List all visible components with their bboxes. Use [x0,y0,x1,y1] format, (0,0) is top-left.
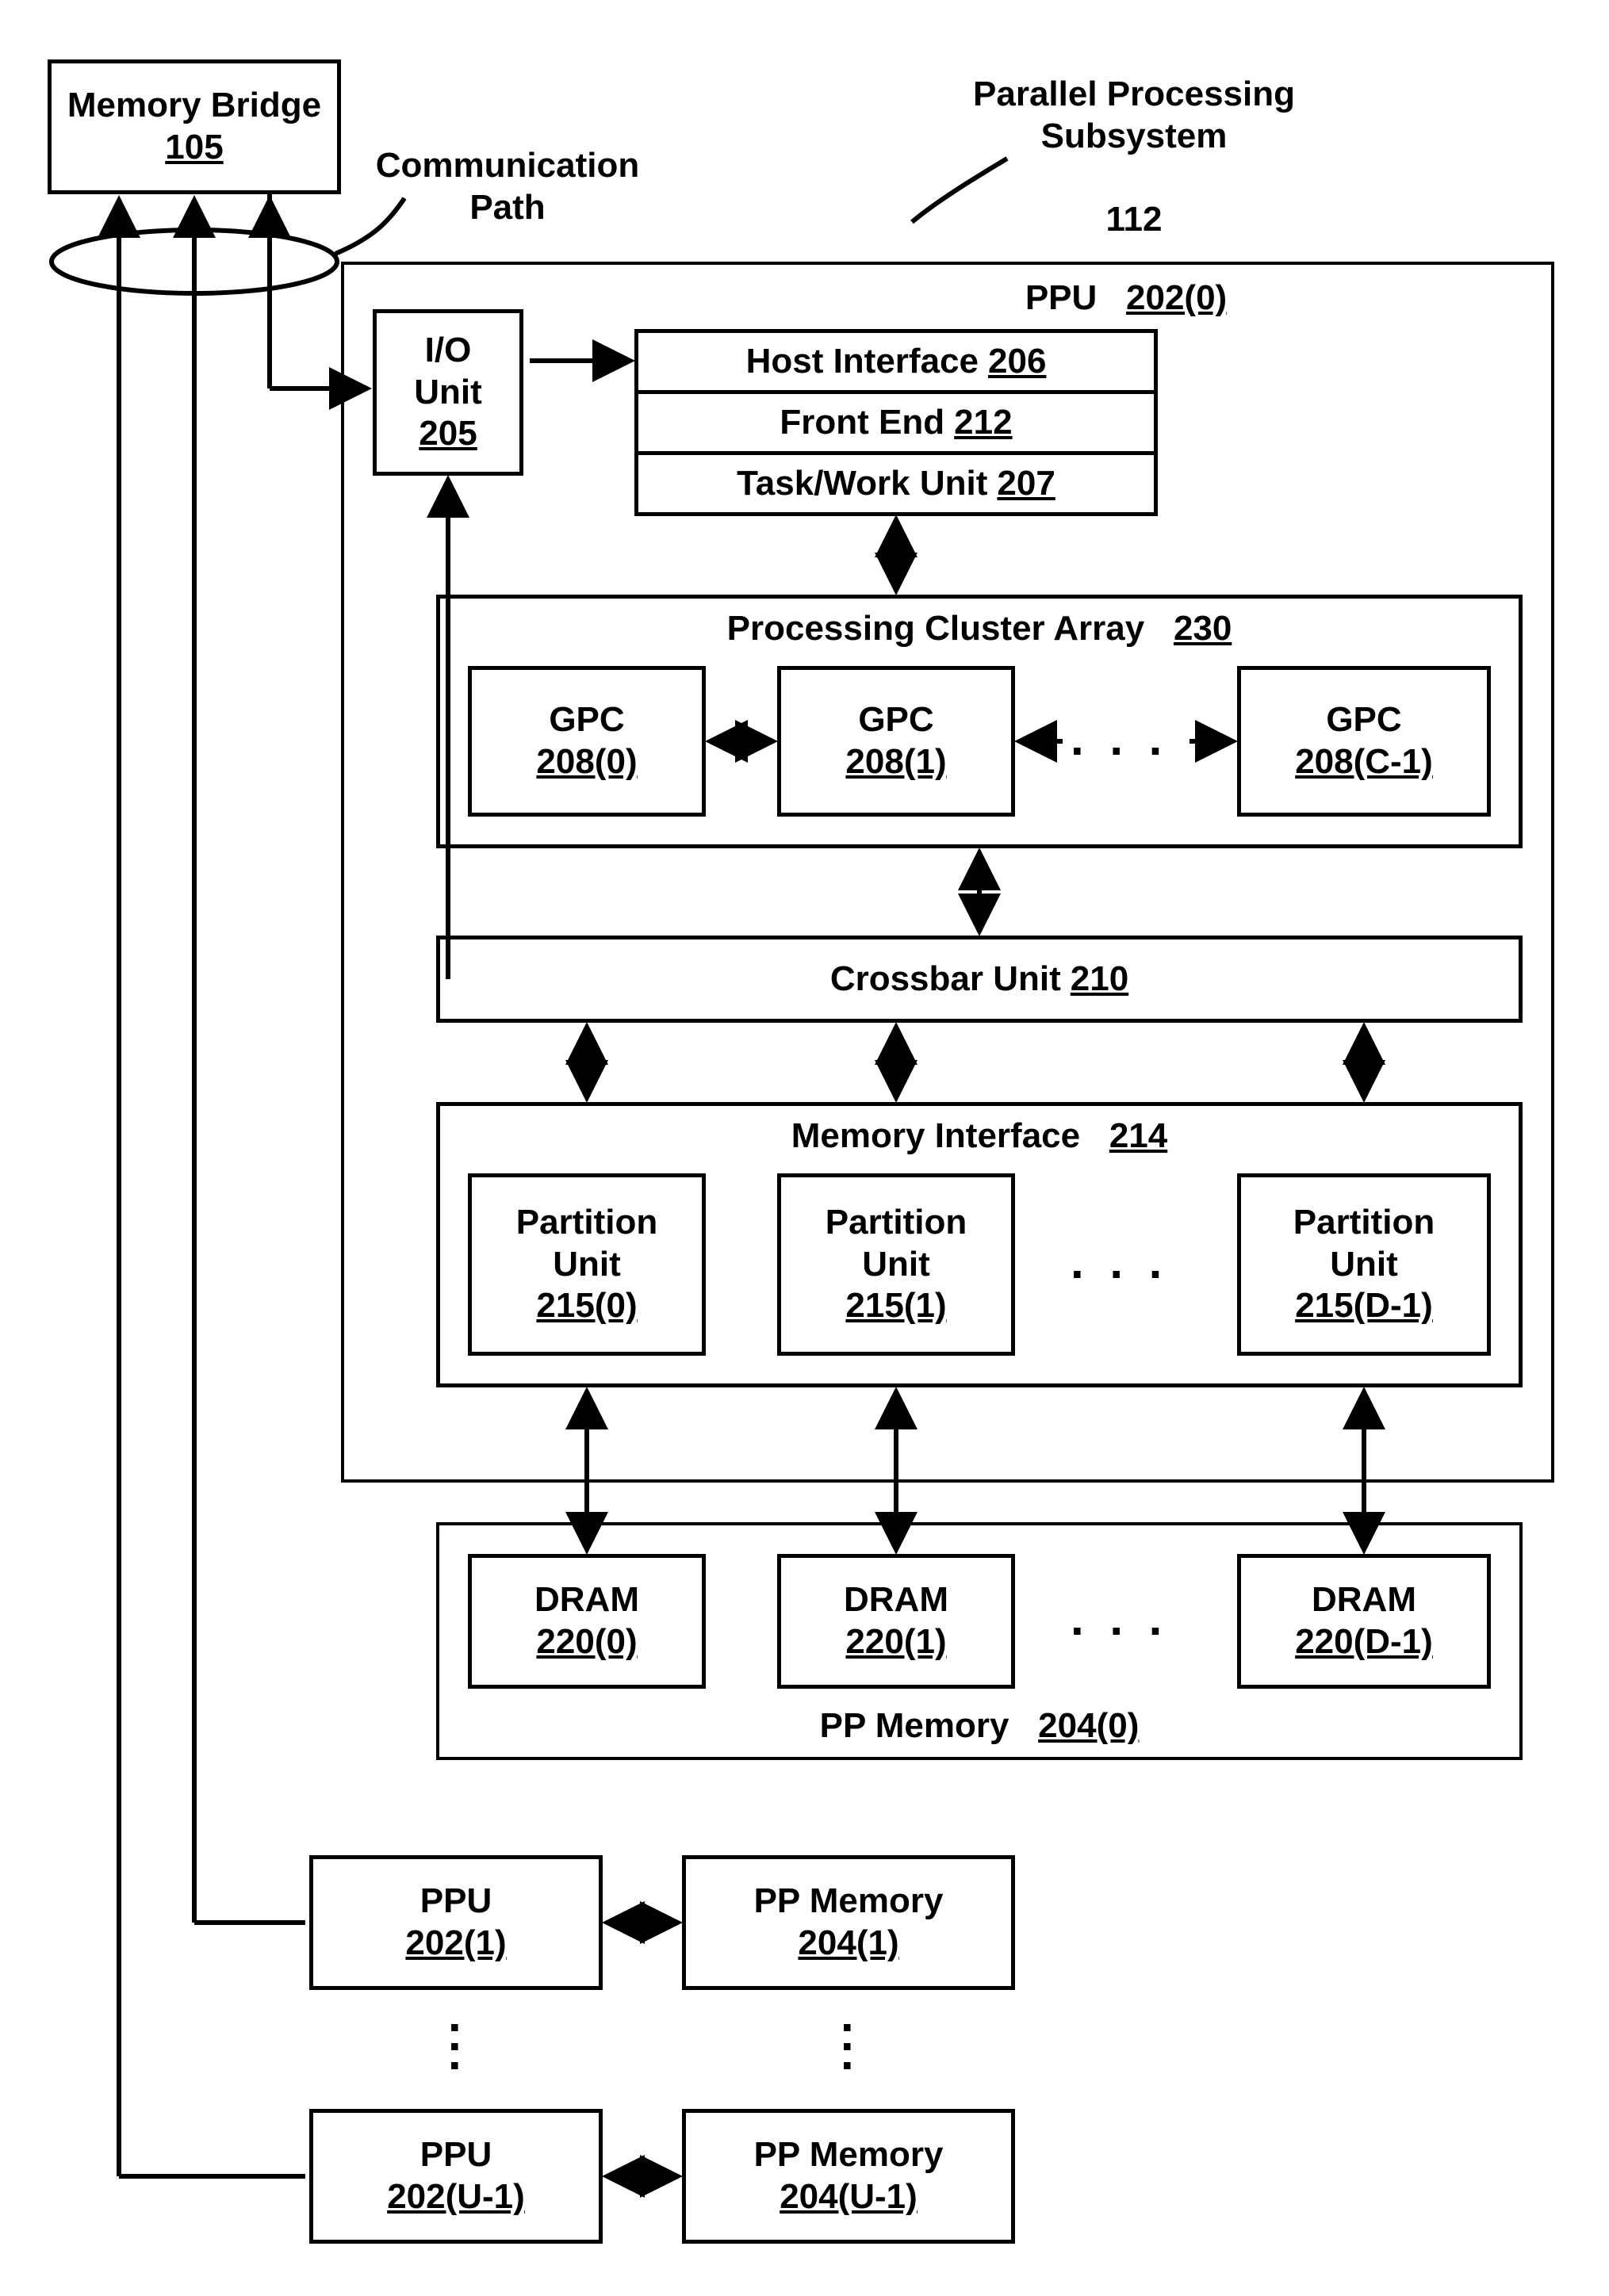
partition0-box: PartitionUnit 215(0) [468,1173,706,1356]
ppmem1-box: PP Memory 204(1) [682,1855,1015,1990]
io-unit-box: I/OUnit 205 [373,309,523,476]
gpc1-num: 208(1) [845,741,946,783]
front-end-box: Front End 212 [634,390,1158,455]
dram0-box: DRAM 220(0) [468,1554,706,1689]
io-unit-num: 205 [419,413,477,455]
pca-num: 230 [1174,609,1232,648]
partition2-num: 215(D-1) [1295,1285,1433,1327]
gpc0-num: 208(0) [536,741,637,783]
ppmemU-label: PP Memory [754,2134,944,2176]
memif-name: Memory Interface [791,1116,1080,1155]
partition0-num: 215(0) [536,1285,637,1327]
memory-bridge-label: Memory Bridge [67,85,321,127]
ppu1-box: PPU 202(1) [309,1855,603,1990]
partition0-label: PartitionUnit [516,1202,657,1286]
dram0-label: DRAM [534,1579,639,1621]
memory-bridge-box: Memory Bridge 105 [48,59,341,194]
gpc2-label: GPC [1326,699,1401,741]
memif-num: 214 [1109,1116,1167,1155]
task-work-num: 207 [997,463,1055,505]
io-unit-label: I/OUnit [414,330,482,414]
partition2-label: PartitionUnit [1293,1202,1435,1286]
gpc0-box: GPC 208(0) [468,666,706,817]
ppmem1-num: 204(1) [798,1923,898,1965]
ppu0-num: 202(0) [1126,278,1227,317]
partition1-label: PartitionUnit [826,1202,967,1286]
host-interface-label: Host Interface [746,341,979,383]
pca-title: Processing Cluster Array 230 [727,608,1232,650]
pca-name: Processing Cluster Array [727,609,1145,648]
gpc2-box: GPC 208(C-1) [1237,666,1491,817]
ppmem0-num: 204(0) [1038,1706,1139,1745]
dram2-box: DRAM 220(D-1) [1237,1554,1491,1689]
task-work-label: Task/Work Unit [737,463,987,505]
crossbar-label: Crossbar Unit [830,959,1061,1001]
ppmem0-title: PP Memory 204(0) [820,1705,1140,1747]
ppmemU-box: PP Memory 204(U-1) [682,2109,1015,2244]
dram1-num: 220(1) [845,1621,946,1663]
partition1-box: PartitionUnit 215(1) [777,1173,1015,1356]
gpc0-label: GPC [549,699,624,741]
host-interface-num: 206 [988,341,1046,383]
ppu0-name: PPU [1025,278,1097,317]
ppu0-title: PPU 202(0) [967,277,1285,320]
partition2-box: PartitionUnit 215(D-1) [1237,1173,1491,1356]
memif-title: Memory Interface 214 [791,1115,1167,1158]
dram2-num: 220(D-1) [1295,1621,1433,1663]
ppu-vellipsis: ... [448,2006,468,2063]
ppuU-box: PPU 202(U-1) [309,2109,603,2244]
ppu1-label: PPU [420,1881,492,1923]
dram1-label: DRAM [844,1579,948,1621]
task-work-box: Task/Work Unit 207 [634,451,1158,516]
dram2-label: DRAM [1312,1579,1416,1621]
pps-text: Parallel ProcessingSubsystem [973,75,1295,155]
front-end-label: Front End [780,402,944,444]
ppmem0-name: PP Memory [820,1706,1009,1745]
gpc1-box: GPC 208(1) [777,666,1015,817]
pps-num: 112 [1106,200,1163,239]
front-end-num: 212 [954,402,1012,444]
dram0-num: 220(0) [536,1621,637,1663]
ppu1-num: 202(1) [405,1923,506,1965]
partition1-num: 215(1) [845,1285,946,1327]
gpc1-label: GPC [858,699,933,741]
dram1-box: DRAM 220(1) [777,1554,1015,1689]
crossbar-num: 210 [1071,959,1128,1001]
ppuU-label: PPU [420,2134,492,2176]
memory-bridge-num: 105 [165,127,223,169]
partition-ellipsis: . . . [1071,1253,1168,1272]
gpc-ellipsis: . . . [1071,729,1168,748]
gpc2-num: 208(C-1) [1295,741,1433,783]
ppmem-vellipsis: ... [841,2006,860,2063]
comm-path-text: CommunicationPath [376,146,639,227]
crossbar-box: Crossbar Unit 210 [436,936,1523,1023]
ppmem1-label: PP Memory [754,1881,944,1923]
ppmemU-num: 204(U-1) [780,2176,918,2218]
host-interface-box: Host Interface 206 [634,329,1158,394]
ppuU-num: 202(U-1) [387,2176,525,2218]
pps-label: Parallel ProcessingSubsystem 112 [936,32,1332,241]
dram-ellipsis: . . . [1071,1609,1168,1628]
